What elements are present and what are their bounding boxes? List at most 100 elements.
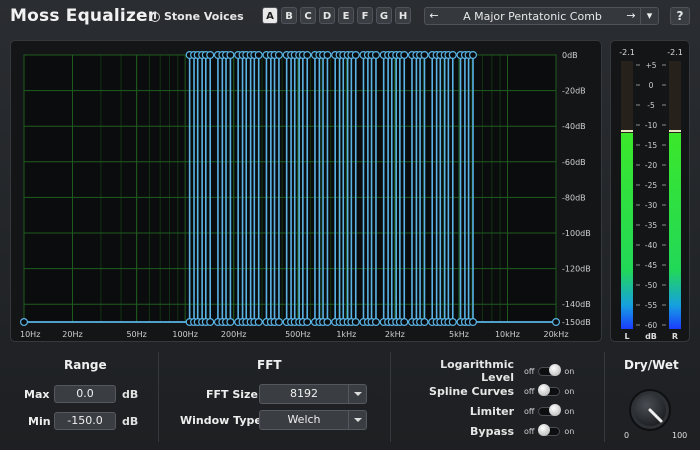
meter-scale-label: -20 xyxy=(645,161,657,170)
db-tick-label: 0dB xyxy=(562,51,578,60)
toggle-switch[interactable] xyxy=(538,423,561,436)
toggle-spline-curves[interactable]: Spline Curves off on xyxy=(414,381,594,401)
eq-node xyxy=(303,318,312,327)
max-value-field[interactable]: 0.0 xyxy=(54,385,116,403)
slot-c-button[interactable]: C xyxy=(300,7,316,24)
toggle-on-label: on xyxy=(564,386,575,396)
window-type-select[interactable]: Welch xyxy=(259,410,367,430)
slot-e-button[interactable]: E xyxy=(338,7,354,24)
peak-right-readout: -2.1 xyxy=(667,48,683,57)
chevron-down-icon[interactable]: ▾ xyxy=(640,8,658,24)
toggle-logarithmic-level[interactable]: Logarithmic Level off on xyxy=(414,358,594,384)
db-tick-label: -40dB xyxy=(562,122,586,131)
slot-h-button[interactable]: H xyxy=(395,7,411,24)
eq-node xyxy=(303,51,312,60)
meter-scale-label: -50 xyxy=(645,281,657,290)
freq-tick-label: 20Hz xyxy=(62,330,82,339)
arrow-right-icon[interactable]: → xyxy=(622,8,640,24)
divider xyxy=(158,352,159,442)
meter-scale-label: -5 xyxy=(647,101,655,110)
meter-right-bar xyxy=(669,133,681,329)
help-button[interactable]: ? xyxy=(670,7,690,25)
eq-node xyxy=(448,51,457,60)
slot-a-button[interactable]: A xyxy=(262,7,278,24)
eq-node xyxy=(371,318,380,327)
meter-label-db: dB xyxy=(645,332,657,341)
freq-tick-label: 2kHz xyxy=(385,330,405,339)
eq-node xyxy=(420,318,429,327)
window-type-label: Window Type xyxy=(180,414,262,427)
toggle-limiter[interactable]: Limiter off on xyxy=(414,401,594,421)
freq-tick-label: 200Hz xyxy=(221,330,246,339)
drywet-min-label: 0 xyxy=(624,431,629,440)
db-tick-label: -100dB xyxy=(562,229,591,238)
eq-node xyxy=(448,318,457,327)
drywet-knob[interactable]: 0 100 xyxy=(618,378,694,444)
toggle-label: Spline Curves xyxy=(429,384,514,398)
toggle-off-label: off xyxy=(524,386,535,396)
eq-node xyxy=(420,51,429,60)
fft-title: FFT xyxy=(257,358,282,372)
eq-node xyxy=(254,318,263,327)
min-value-field[interactable]: -150.0 xyxy=(54,412,116,430)
preset-slots: A B C D E F G H xyxy=(262,7,411,24)
eq-node xyxy=(274,51,283,60)
meter-scale-label: -15 xyxy=(645,141,657,150)
freq-tick-label: 5kHz xyxy=(449,330,469,339)
preset-selector: ← A Major Pentatonic Comb → ▾ xyxy=(424,7,659,25)
db-tick-label: -20dB xyxy=(562,87,586,96)
range-title: Range xyxy=(64,358,107,372)
fft-size-label: FFT Size xyxy=(206,388,258,401)
eq-node xyxy=(20,318,29,327)
meter-scale-label: +5 xyxy=(645,61,656,70)
drywet-max-label: 100 xyxy=(672,431,687,440)
meter-label-left: L xyxy=(624,332,629,341)
eq-node xyxy=(274,318,283,327)
toggle-knob xyxy=(538,383,551,396)
eq-node xyxy=(351,51,360,60)
meter-scale-label: -10 xyxy=(645,121,657,130)
db-tick-label: -120dB xyxy=(562,265,591,274)
eq-node xyxy=(254,51,263,60)
toggle-list: Logarithmic Level off on Spline Curves o… xyxy=(414,358,594,441)
meter-scale-label: 0 xyxy=(649,81,654,90)
freq-tick-label: 20kHz xyxy=(543,330,568,339)
arrow-left-icon[interactable]: ← xyxy=(425,8,443,24)
toggle-switch[interactable] xyxy=(538,403,562,416)
eq-node xyxy=(468,318,477,327)
slot-d-button[interactable]: D xyxy=(319,7,335,24)
meter-scale-label: -45 xyxy=(645,261,657,270)
eq-node xyxy=(551,318,560,327)
toggle-label: Logarithmic Level xyxy=(440,358,514,384)
meter-scale: +5 0 -5 -10 -15 -20 -25 -30 -35 -40 -45 -50 -55 -60 xyxy=(636,61,666,330)
level-meter: -2.1 -2.1 +5 0 -5 -10 -15 -20 -25 -30 -35 -40 -45 -… xyxy=(619,48,683,341)
eq-node xyxy=(323,318,332,327)
slot-g-button[interactable]: G xyxy=(376,7,392,24)
toggle-switch[interactable] xyxy=(538,363,562,376)
slot-f-button[interactable]: F xyxy=(357,7,373,24)
meter-left-peak xyxy=(621,130,633,132)
meter-scale-label: -35 xyxy=(645,221,657,230)
fft-size-select[interactable]: 8192 xyxy=(259,384,367,404)
toggle-on-label: on xyxy=(564,366,575,376)
vendor-name: Stone Voices xyxy=(164,10,244,23)
preset-name[interactable]: A Major Pentatonic Comb xyxy=(443,10,622,23)
eq-node xyxy=(226,51,235,60)
eq-node xyxy=(206,51,215,60)
chevron-down-icon[interactable] xyxy=(348,411,366,429)
chevron-down-icon[interactable] xyxy=(348,385,366,403)
toggle-label: Bypass xyxy=(470,424,514,438)
toggle-switch[interactable] xyxy=(538,383,561,396)
toggle-on-label: on xyxy=(564,406,575,416)
freq-tick-label: 500Hz xyxy=(285,330,310,339)
min-label: Min xyxy=(28,415,51,428)
slot-b-button[interactable]: B xyxy=(281,7,297,24)
min-unit: dB xyxy=(122,415,139,428)
db-tick-label: -60dB xyxy=(562,158,586,167)
toggle-bypass[interactable]: Bypass off on xyxy=(414,421,594,441)
meter-scale-label: -40 xyxy=(645,241,657,250)
eq-graph-panel[interactable]: 0dB -20dB -40dB -60dB -80dB -100dB -120dB -140d… xyxy=(10,40,602,342)
eq-node xyxy=(206,318,215,327)
toggle-off-label: off xyxy=(524,426,535,436)
eq-graph[interactable]: 0dB -20dB -40dB -60dB -80dB -100dB -120dB -140d… xyxy=(11,41,603,343)
